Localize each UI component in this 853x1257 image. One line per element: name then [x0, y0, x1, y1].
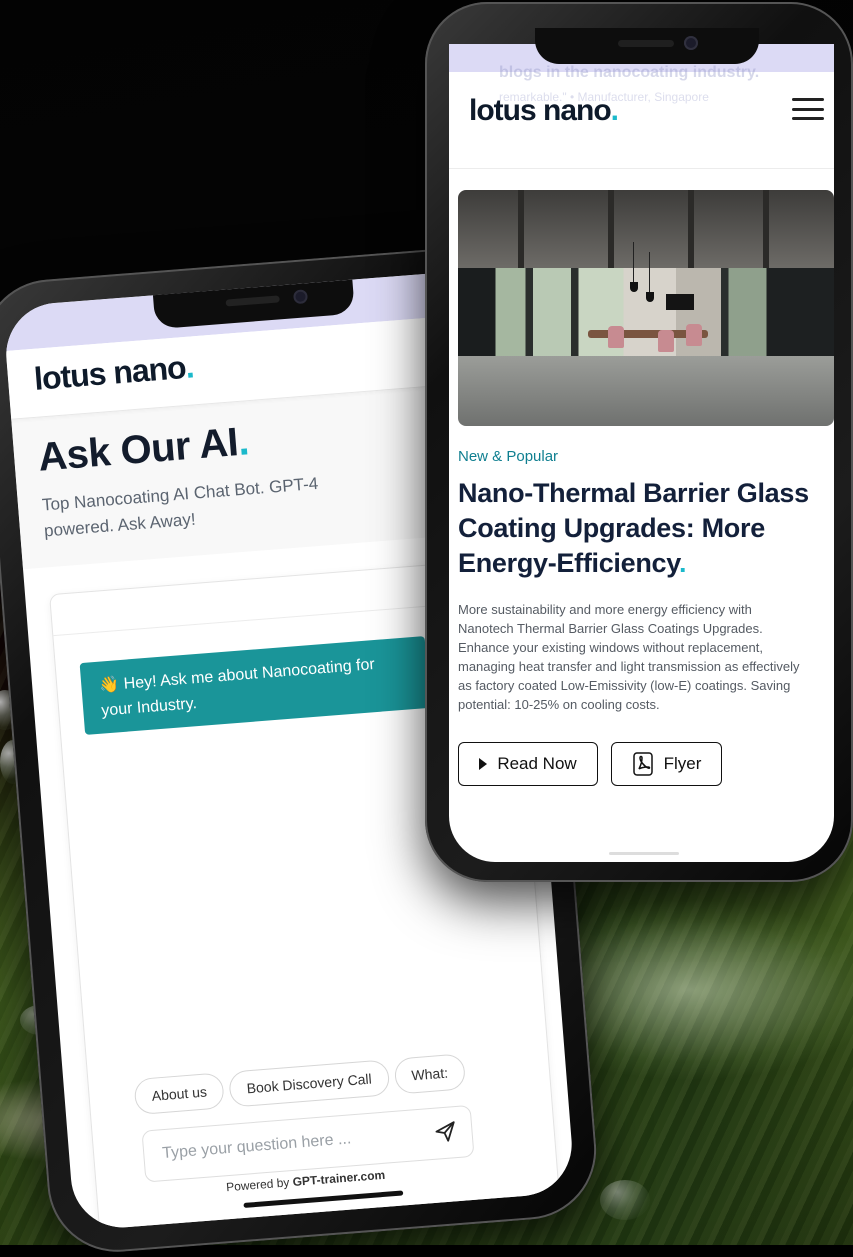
- phone-camera: [292, 289, 309, 305]
- phone-screen-article: blogs in the nanocoating industry. remar…: [449, 44, 834, 862]
- brand-logo-text: lotus nano: [469, 94, 612, 127]
- brand-logo-text: lotus nano: [32, 349, 187, 397]
- chat-input[interactable]: [159, 1124, 415, 1165]
- article-body: More sustainability and more energy effi…: [458, 602, 800, 712]
- article-title: Nano-Thermal Barrier Glass Coating Upgra…: [458, 476, 828, 581]
- pdf-icon: [632, 752, 653, 776]
- hamburger-icon[interactable]: [792, 98, 824, 120]
- phone-speaker: [225, 295, 280, 307]
- hero-subtitle: Top Nanocoating AI Chat Bot. GPT-4 power…: [41, 473, 319, 541]
- bot-message: 👋 Hey! Ask me about Nanocoating for your…: [79, 636, 431, 735]
- flyer-label: Flyer: [663, 754, 702, 773]
- article-tag: New & Popular: [458, 448, 559, 465]
- phone-speaker: [618, 40, 674, 47]
- flyer-button[interactable]: Flyer: [611, 742, 722, 786]
- chip-about-us[interactable]: About us: [133, 1072, 226, 1116]
- play-icon: [479, 758, 488, 770]
- title-dot: .: [678, 548, 687, 578]
- brand-logo-dot: .: [184, 348, 195, 385]
- article-image: [458, 190, 834, 426]
- read-now-label: Read Now: [497, 754, 577, 773]
- phone-camera: [684, 36, 698, 50]
- brand-logo[interactable]: lotus nano.: [33, 348, 195, 397]
- page-title-text: Ask Our AI: [36, 420, 240, 480]
- send-icon[interactable]: [433, 1119, 459, 1145]
- scrolled-text-ghost: blogs in the nanocoating industry.: [499, 64, 760, 81]
- water-droplet: [600, 1180, 650, 1220]
- brand-logo[interactable]: lotus nano.: [469, 94, 619, 128]
- title-dot: .: [236, 419, 251, 464]
- phone-right: blogs in the nanocoating industry. remar…: [425, 2, 853, 882]
- read-now-button[interactable]: Read Now: [458, 742, 598, 786]
- site-header: lotus nano.: [449, 88, 834, 169]
- bot-message-text: Hey! Ask me about Nanocoating for your I…: [100, 656, 376, 720]
- article-title-text: Nano-Thermal Barrier Glass Coating Upgra…: [458, 478, 809, 578]
- brand-logo-dot: .: [610, 94, 619, 127]
- waving-hand-icon: 👋: [98, 676, 120, 695]
- home-indicator: [609, 852, 679, 855]
- chip-whats[interactable]: What:: [393, 1053, 467, 1095]
